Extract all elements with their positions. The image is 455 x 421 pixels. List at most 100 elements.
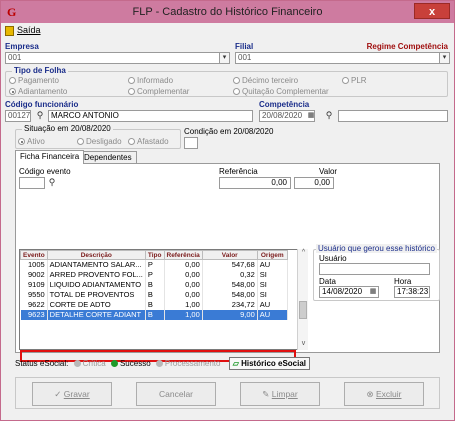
competencia-label: Competência: [259, 100, 310, 109]
grid-scrollbar[interactable]: ^ v: [297, 249, 308, 350]
limpar-button[interactable]: ✎ Limpar: [240, 382, 320, 406]
tipo-folha-group: Tipo de Folha: [5, 66, 448, 97]
descricao-cell: DETALHE CORTE ADIANT: [47, 309, 146, 320]
referencia-cell: 1,00: [164, 299, 203, 310]
usuario-label: Usuário: [319, 254, 347, 263]
valor-cell: 234,72: [202, 299, 258, 310]
table-row[interactable]: 9550 TOTAL DE PROVENTOS B 0,00 548,00 SI: [20, 289, 288, 300]
filial-label: Filial: [235, 42, 254, 51]
chevron-down-icon[interactable]: ▾: [219, 52, 230, 64]
table-row[interactable]: 9622 CORTE DE ADTO B 1,00 234,72 AU: [20, 299, 288, 310]
valor-cell: 547,68: [202, 259, 258, 270]
binoculars-search-icon[interactable]: ⚲: [34, 110, 46, 122]
evento-cell: 9002: [20, 269, 48, 280]
radio-complementar[interactable]: Complementar: [128, 87, 189, 96]
window-title: FLP - Cadastro do Histórico Financeiro: [132, 6, 323, 18]
tipo-cell: B: [145, 309, 165, 320]
filial-select[interactable]: 001: [235, 52, 440, 64]
table-row[interactable]: 9623 DETALHE CORTE ADIANT B 1,00 9,00 AU: [20, 309, 288, 320]
condicao-title: Condição em 20/08/2020: [184, 127, 274, 136]
valor-label: Valor: [319, 167, 338, 176]
evento-cell: 9622: [20, 299, 48, 310]
valor-field[interactable]: 0,00: [294, 177, 334, 189]
door-exit-icon: [5, 25, 14, 36]
calendar-icon: ▦: [369, 288, 377, 295]
eraser-icon: ✎: [262, 389, 270, 399]
evento-cell: 9623: [20, 309, 48, 320]
tipo-cell: P: [145, 259, 165, 270]
empresa-select[interactable]: 001: [5, 52, 220, 64]
historico-esocial-button[interactable]: ▱ Histórico eSocial: [228, 357, 311, 370]
col-tipo[interactable]: Tipo: [144, 250, 165, 260]
hora-label: Hora: [394, 277, 412, 286]
table-row[interactable]: 1005 ADIANTAMENTO SALAR... P 0,00 547,68 AU: [20, 259, 288, 270]
table-row[interactable]: 9109 LIQUIDO ADIANTAMENTO B 0,00 548,00 SI: [20, 279, 288, 290]
col-origem[interactable]: Origem: [256, 250, 288, 260]
tipo-cell: B: [145, 279, 165, 290]
radio-pagamento[interactable]: Pagamento: [9, 76, 59, 85]
tab-ficha-financeira[interactable]: Ficha Financeira: [15, 150, 85, 164]
excluir-button[interactable]: ⊗ Excluir: [344, 382, 424, 406]
referencia-cell: 1,00: [164, 309, 203, 320]
usuario-field: [319, 263, 430, 275]
grid-header-row: Evento Descrição Tipo Referência Valor O…: [20, 250, 288, 260]
table-row[interactable]: 9002 ARRED PROVENTO FOL... P 0,00 0,32 SI: [20, 269, 288, 280]
referencia-cell: 0,00: [164, 269, 203, 280]
radio-adiantamento[interactable]: Adiantamento: [9, 87, 67, 96]
referencia-field[interactable]: 0,00: [219, 177, 291, 189]
referencia-cell: 0,00: [164, 289, 203, 300]
competencia-extra-field: [338, 110, 448, 122]
funcionario-code-field[interactable]: 001277: [5, 110, 31, 122]
binoculars-search-icon[interactable]: ⚲: [46, 177, 58, 189]
col-valor[interactable]: Valor: [201, 250, 258, 260]
status-esocial-label: Status eSocial:: [15, 359, 69, 368]
sucesso-label: Sucesso: [119, 359, 151, 368]
radio-quitacao-complementar[interactable]: Quitação Complementar: [233, 87, 329, 96]
col-referencia[interactable]: Referência: [163, 250, 203, 260]
tipo-cell: B: [145, 299, 165, 310]
codigo-evento-field[interactable]: [19, 177, 45, 189]
action-button-bar: ✓ Gravar Cancelar ✎ Limpar ⊗ Excluir: [15, 377, 440, 409]
esocial-status-bar: Status eSocial: Crítica Sucesso Processa…: [15, 357, 311, 370]
evento-cell: 9550: [20, 289, 48, 300]
referencia-cell: 0,00: [164, 279, 203, 290]
processamento-label: Processamento: [164, 359, 221, 368]
regime-competencia-label: Regime Competência: [366, 42, 448, 51]
title-bar: G FLP - Cadastro do Histórico Financeiro…: [1, 1, 454, 23]
origem-cell: AU: [257, 299, 288, 310]
evento-cell: 9109: [20, 279, 48, 290]
valor-cell: 548,00: [202, 289, 258, 300]
radio-desligado[interactable]: Desligado: [77, 137, 122, 146]
col-evento[interactable]: Evento: [20, 250, 48, 260]
tipo-folha-title: Tipo de Folha: [12, 66, 68, 75]
referencia-label: Referência: [219, 167, 258, 176]
scroll-up-icon[interactable]: ^: [298, 249, 309, 259]
valor-cell: 0,32: [202, 269, 258, 280]
eventos-grid[interactable]: Evento Descrição Tipo Referência Valor O…: [19, 249, 308, 350]
radio-informado[interactable]: Informado: [128, 76, 173, 85]
delete-icon: ⊗: [366, 389, 374, 399]
menu-item-saida[interactable]: Saída: [17, 25, 41, 35]
binoculars-search-icon[interactable]: ⚲: [323, 110, 335, 122]
calendar-icon[interactable]: ▦: [305, 110, 317, 122]
radio-decimo-terceiro[interactable]: Décimo terceiro: [233, 76, 298, 85]
valor-cell: 9,00: [202, 309, 258, 320]
gravar-button[interactable]: ✓ Gravar: [32, 382, 112, 406]
descricao-cell: LIQUIDO ADIANTAMENTO: [47, 279, 146, 290]
scroll-thumb[interactable]: [299, 301, 307, 319]
cancelar-button[interactable]: Cancelar: [136, 382, 216, 406]
empresa-label: Empresa: [5, 42, 39, 51]
radio-ativo[interactable]: Ativo: [18, 137, 45, 146]
radio-afastado[interactable]: Afastado: [128, 137, 169, 146]
hora-field: 17:38:23: [394, 286, 430, 298]
col-descricao[interactable]: Descrição: [46, 250, 146, 260]
scroll-down-icon[interactable]: v: [298, 340, 309, 350]
close-button[interactable]: x: [414, 3, 450, 19]
chevron-down-icon[interactable]: ▾: [439, 52, 450, 64]
radio-plr[interactable]: PLR: [342, 76, 367, 85]
sucesso-status-icon: [110, 360, 118, 368]
descricao-cell: ARRED PROVENTO FOL...: [47, 269, 146, 280]
funcionario-name-field: MARCO ANTONIO: [48, 110, 253, 122]
valor-cell: 548,00: [202, 279, 258, 290]
origem-cell: AU: [257, 309, 288, 320]
